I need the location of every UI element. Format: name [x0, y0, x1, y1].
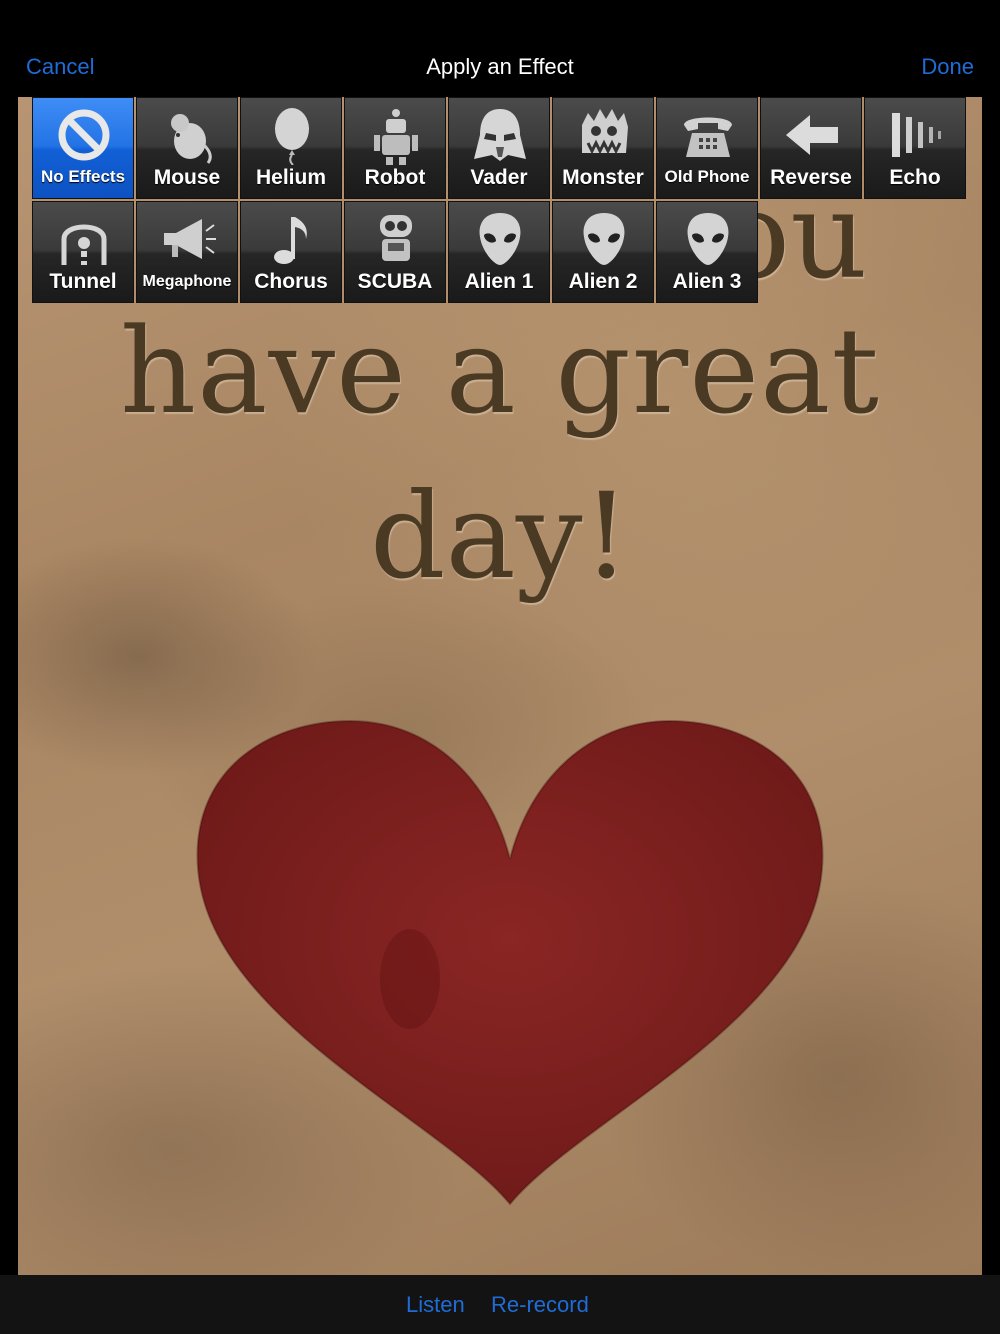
- effect-label: Monster: [562, 166, 644, 189]
- effect-button-chorus[interactable]: Chorus: [240, 201, 342, 303]
- card-text-line-1: have a great: [120, 302, 880, 440]
- effect-button-tunnel[interactable]: Tunnel: [32, 201, 134, 303]
- arrow-left-icon: [786, 115, 838, 155]
- effect-label: Reverse: [770, 166, 852, 189]
- effect-label: Old Phone: [664, 167, 750, 186]
- effect-button-megaphone[interactable]: Megaphone: [136, 201, 238, 303]
- effect-label: SCUBA: [357, 270, 433, 293]
- effect-button-mouse[interactable]: Mouse: [136, 97, 238, 199]
- effect-label: Alien 2: [568, 270, 638, 293]
- effect-label: Megaphone: [142, 273, 232, 290]
- telephone-icon: [684, 117, 732, 157]
- effect-label: Alien 3: [672, 270, 742, 293]
- effect-label: Vader: [470, 166, 528, 189]
- effect-button-robot[interactable]: Robot: [344, 97, 446, 199]
- mouse-icon: [171, 114, 212, 164]
- effect-label: Echo: [889, 166, 941, 189]
- listen-button[interactable]: Listen: [406, 1292, 465, 1318]
- effect-label: Chorus: [254, 270, 328, 293]
- bottom-toolbar: Listen Re-record: [0, 1275, 1000, 1334]
- alien-icon: [479, 213, 521, 265]
- page-title: Apply an Effect: [426, 54, 574, 79]
- rerecord-button[interactable]: Re-record: [491, 1292, 589, 1318]
- alien-icon: [687, 213, 729, 265]
- card-text-line-2: day!: [370, 467, 630, 605]
- effect-button-alien-3[interactable]: Alien 3: [656, 201, 758, 303]
- echo-bars-icon: [892, 113, 941, 157]
- effect-button-monster[interactable]: Monster: [552, 97, 654, 199]
- effect-button-helium[interactable]: Helium: [240, 97, 342, 199]
- monster-icon: [582, 109, 628, 155]
- effect-label: Robot: [364, 166, 426, 189]
- effect-label: Alien 1: [464, 270, 534, 293]
- effect-button-echo[interactable]: Echo: [864, 97, 966, 199]
- effect-label: No Effects: [40, 167, 126, 186]
- effect-button-no-effects[interactable]: No Effects: [32, 97, 134, 199]
- effect-label: Helium: [255, 166, 326, 189]
- no-symbol-icon: [58, 109, 110, 161]
- robot-icon: [374, 109, 418, 165]
- music-note-icon: [274, 217, 307, 264]
- balloon-icon: [275, 108, 309, 165]
- done-button[interactable]: Done: [921, 54, 974, 80]
- nav-bar: Cancel Apply an Effect Done: [0, 0, 1000, 97]
- effect-button-old-phone[interactable]: Old Phone: [656, 97, 758, 199]
- effect-button-alien-1[interactable]: Alien 1: [448, 201, 550, 303]
- effect-button-alien-2[interactable]: Alien 2: [552, 201, 654, 303]
- megaphone-icon: [164, 219, 216, 259]
- effect-button-reverse[interactable]: Reverse: [760, 97, 862, 199]
- heart-image: [196, 719, 824, 1206]
- alien-icon: [583, 213, 625, 265]
- effect-label: Tunnel: [49, 270, 117, 293]
- effect-button-vader[interactable]: Vader: [448, 97, 550, 199]
- vader-helmet-icon: [474, 109, 526, 161]
- scuba-icon: [380, 215, 412, 261]
- tunnel-icon: [61, 224, 107, 265]
- effect-label: Mouse: [153, 166, 221, 189]
- effect-button-scuba[interactable]: SCUBA: [344, 201, 446, 303]
